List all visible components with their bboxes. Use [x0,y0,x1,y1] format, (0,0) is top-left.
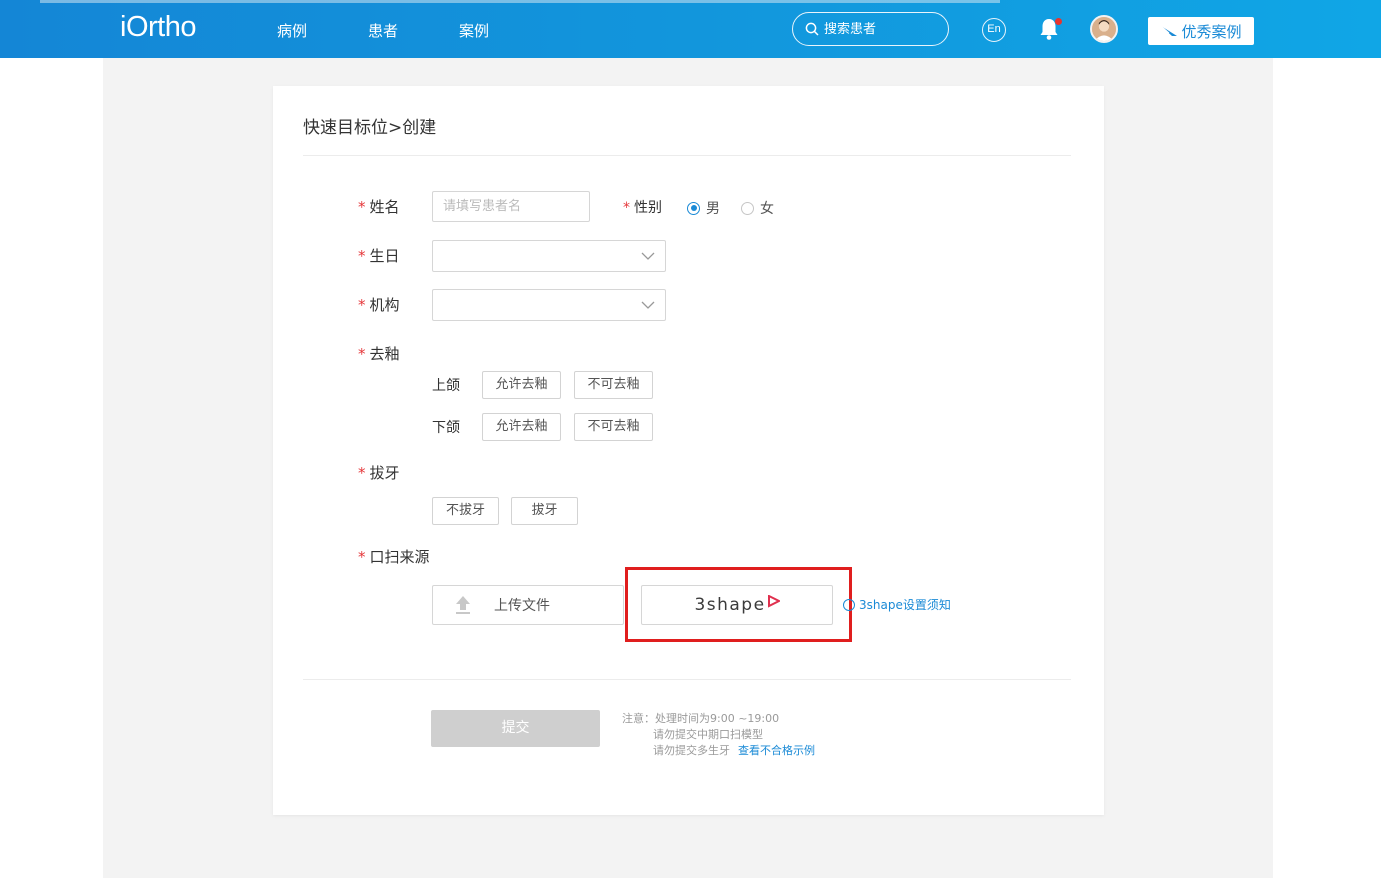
scan-source-label: * 口扫来源 [358,548,430,566]
upper-allow-enamel-button[interactable]: 允许去釉 [482,371,561,399]
lower-allow-enamel-button[interactable]: 允许去釉 [482,413,561,441]
submission-notes: 注意：处理时间为9:00 ~19:00 请勿提交中期口扫模型 请勿提交多生牙 查看… [622,711,815,759]
upload-file-button[interactable]: 上传文件 [432,585,624,625]
page-title: 快速目标位>创建 [303,118,437,138]
gender-radio-female[interactable]: 女 [741,198,774,218]
name-label: * 姓名 [358,198,400,216]
required-mark: * [358,198,366,216]
upload-arrow-icon [456,596,470,614]
upper-jaw-label: 上颌 [432,378,460,394]
footer-divider [303,679,1071,680]
create-form-card: 快速目标位>创建 *姓名 *性别 男 女 *生日 *机构 *去釉 上颌 允许去釉… [273,86,1104,815]
top-navigation-bar: iOrtho 病例 患者 案例 En 优秀案例 [0,0,1381,58]
nav-item-examples[interactable]: 案例 [459,20,489,41]
lower-jaw-label: 下颌 [432,420,460,436]
avatar[interactable] [1090,15,1118,43]
required-mark: * [358,464,366,482]
chevron-down-icon [641,301,655,309]
name-input[interactable] [432,191,590,222]
title-divider [303,155,1071,156]
search-box[interactable] [792,12,949,46]
radio-unselected-icon [741,201,754,215]
top-accent-line [40,0,1000,3]
enamel-reduction-label: * 去釉 [358,345,400,363]
institution-select[interactable] [432,289,666,321]
required-mark: * [358,247,366,265]
lower-disallow-enamel-button[interactable]: 不可去釉 [574,413,653,441]
institution-label: * 机构 [358,296,400,314]
view-invalid-examples-link[interactable]: 查看不合格示例 [738,744,815,757]
gender-radio-male[interactable]: 男 [687,198,720,218]
required-mark: * [358,548,366,566]
user-avatar-icon [1092,17,1116,41]
note-line-3: 请勿提交多生牙 查看不合格示例 [653,744,815,757]
submit-button[interactable]: 提交 [431,710,600,747]
featured-cases-button[interactable]: 优秀案例 [1148,17,1254,45]
radio-selected-icon [687,201,700,215]
upper-disallow-enamel-button[interactable]: 不可去釉 [574,371,653,399]
highlight-box [625,567,852,642]
birthday-label: * 生日 [358,247,400,265]
language-toggle-button[interactable]: En [982,18,1006,42]
gender-label: * 性别 [623,200,662,216]
required-mark: * [358,345,366,363]
search-input[interactable] [824,21,934,37]
feather-icon [1161,25,1178,36]
no-extraction-button[interactable]: 不拔牙 [432,497,499,525]
search-icon [805,22,819,36]
nav-item-patients[interactable]: 患者 [368,20,398,41]
3shape-setup-help-text: 3shape设置须知 [859,598,951,612]
info-icon [843,598,855,611]
note-line-1: 注意：处理时间为9:00 ~19:00 [622,712,780,725]
featured-cases-label: 优秀案例 [1181,22,1242,41]
nav-item-cases[interactable]: 病例 [277,20,307,41]
extraction-label: * 拔牙 [358,464,400,482]
required-mark: * [623,200,630,216]
note-line-2: 请勿提交中期口扫模型 [653,728,763,741]
birthday-select[interactable] [432,240,666,272]
extraction-button[interactable]: 拔牙 [511,497,578,525]
upload-file-label: 上传文件 [494,598,550,614]
logo[interactable]: iOrtho [120,11,196,44]
3shape-setup-help-link[interactable]: 3shape设置须知 [843,596,951,613]
notification-badge [1055,18,1062,25]
chevron-down-icon [641,252,655,260]
required-mark: * [358,296,366,314]
